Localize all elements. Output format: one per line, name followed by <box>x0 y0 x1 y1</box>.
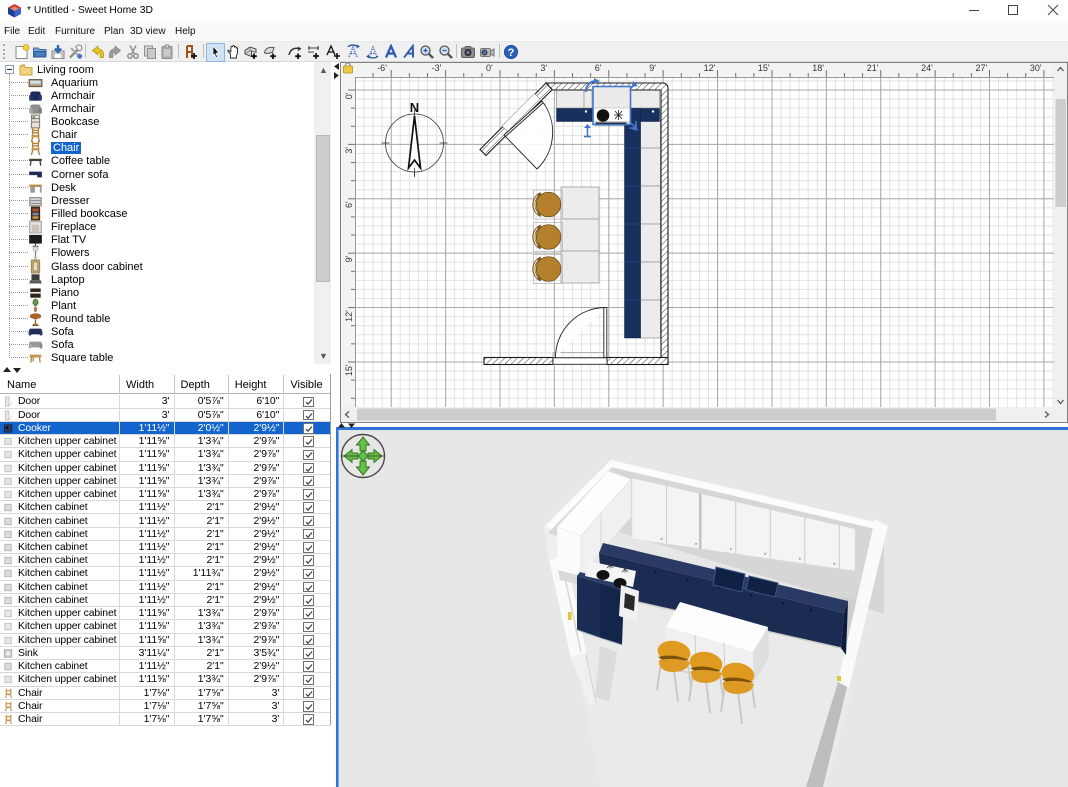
svg-text:9': 9' <box>649 63 656 73</box>
svg-text:18': 18' <box>812 63 824 73</box>
svg-text:0': 0' <box>486 63 493 73</box>
svg-text:-6': -6' <box>377 63 387 73</box>
svg-text:15': 15' <box>344 364 354 376</box>
svg-text:24': 24' <box>921 63 933 73</box>
svg-text:?: ? <box>508 47 515 59</box>
svg-text:6': 6' <box>595 63 602 73</box>
svg-text:9': 9' <box>344 255 354 262</box>
svg-text:-3': -3' <box>432 63 442 73</box>
svg-text:12': 12' <box>704 63 716 73</box>
svg-text:21': 21' <box>867 63 879 73</box>
svg-text:3': 3' <box>540 63 547 73</box>
svg-text:12': 12' <box>344 310 354 322</box>
svg-text:0': 0' <box>344 92 354 99</box>
svg-text:6': 6' <box>344 201 354 208</box>
svg-text:27': 27' <box>976 63 988 73</box>
svg-text:15': 15' <box>758 63 770 73</box>
svg-text:N: N <box>410 100 419 115</box>
svg-text:30': 30' <box>1030 63 1042 73</box>
svg-text:3': 3' <box>344 147 354 154</box>
